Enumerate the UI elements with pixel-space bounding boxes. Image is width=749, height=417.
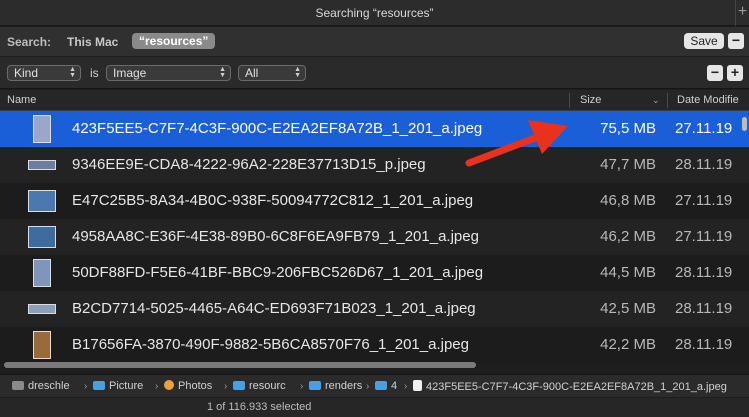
window-titlebar: Searching “resources” + xyxy=(0,0,749,26)
path-item[interactable]: dreschle xyxy=(12,380,70,393)
path-item-label: 4 xyxy=(391,380,398,392)
column-separator[interactable] xyxy=(569,93,570,108)
home-icon xyxy=(12,381,24,390)
file-date-modified: 27.11.19 xyxy=(675,192,733,209)
file-date-modified: 27.11.19 xyxy=(675,120,733,137)
file-row[interactable]: 9346EE9E-CDA8-4222-96A2-228E37713D15_p.j… xyxy=(0,147,749,183)
qualifier-popup-value: All xyxy=(245,66,259,80)
status-bar: 1 of 116.933 selected xyxy=(0,398,749,417)
file-row[interactable]: B17656FA-3870-490F-9882-5B6CA8570F76_1_2… xyxy=(0,327,749,363)
scope-this-mac-button[interactable]: This Mac xyxy=(67,35,118,49)
folder-icon xyxy=(93,381,105,390)
file-icon xyxy=(413,380,422,391)
folder-icon xyxy=(375,381,387,390)
image-thumbnail-icon xyxy=(28,304,56,314)
file-name: B2CD7714-5025-4465-A64C-ED693F71B023_1_2… xyxy=(72,300,476,317)
path-item[interactable]: 4 xyxy=(375,380,397,393)
column-date-modified[interactable]: Date Modifie xyxy=(677,90,739,111)
file-size: 47,7 MB xyxy=(600,156,656,173)
file-name: 50DF88FD-F5E6-41BF-BBC9-206FBC526D67_1_2… xyxy=(72,264,484,281)
photos-icon xyxy=(164,380,174,390)
file-size: 42,2 MB xyxy=(600,336,656,353)
file-name: 4958AA8C-E36F-4E38-89B0-6C8F6EA9FB79_1_2… xyxy=(72,228,479,245)
kind-value-popup[interactable]: Image ▲ ▼ xyxy=(106,65,231,81)
path-separator-icon: › xyxy=(404,381,408,392)
file-name: 423F5EE5-C7F7-4C3F-900C-E2EA2EF8A72B_1_2… xyxy=(72,120,483,137)
path-separator-icon: › xyxy=(224,381,228,392)
remove-scope-button[interactable]: − xyxy=(728,33,744,49)
add-criteria-button[interactable]: + xyxy=(727,65,743,81)
file-size: 44,5 MB xyxy=(600,264,656,281)
path-separator-icon: › xyxy=(366,381,370,392)
column-name[interactable]: Name xyxy=(7,90,36,111)
image-thumbnail-icon xyxy=(28,190,56,212)
attribute-popup[interactable]: Kind ▲ ▼ xyxy=(7,65,81,81)
file-row[interactable]: 4958AA8C-E36F-4E38-89B0-6C8F6EA9FB79_1_2… xyxy=(0,219,749,255)
save-search-button[interactable]: Save xyxy=(684,33,724,49)
file-date-modified: 28.11.19 xyxy=(675,300,733,317)
search-scope-label: Search: xyxy=(7,35,52,49)
sort-chevron-icon: ⌄ xyxy=(652,95,660,105)
search-criteria-row: Kind ▲ ▼ is Image ▲ ▼ All ▲ ▼ − + xyxy=(0,57,749,89)
column-separator[interactable] xyxy=(667,93,668,108)
search-scope-bar: Search: This Mac “resources” Save − xyxy=(0,27,749,56)
window-title: Searching “resources” xyxy=(315,6,434,20)
file-row[interactable]: 50DF88FD-F5E6-41BF-BBC9-206FBC526D67_1_2… xyxy=(0,255,749,291)
path-item-label: resourc xyxy=(249,380,286,392)
file-name: 9346EE9E-CDA8-4222-96A2-228E37713D15_p.j… xyxy=(72,156,426,173)
column-size[interactable]: Size xyxy=(580,90,601,111)
path-item[interactable]: Picture xyxy=(93,380,143,393)
image-thumbnail-icon xyxy=(28,226,56,248)
file-date-modified: 27.11.19 xyxy=(675,228,733,245)
file-size: 42,5 MB xyxy=(600,300,656,317)
file-date-modified: 28.11.19 xyxy=(675,264,733,281)
path-bar: dreschle › Picture › Photos › resourc › renders ›… xyxy=(0,374,749,397)
path-item[interactable]: Photos xyxy=(164,380,212,393)
path-item[interactable]: resourc xyxy=(233,380,286,393)
attribute-popup-value: Kind xyxy=(14,66,39,80)
scope-resources-token[interactable]: “resources” xyxy=(132,33,216,49)
remove-criteria-button[interactable]: − xyxy=(707,65,723,81)
file-row[interactable]: E47C25B5-8A34-4B0C-938F-50094772C812_1_2… xyxy=(0,183,749,219)
folder-icon xyxy=(309,381,321,390)
popup-arrows-icon: ▲ ▼ xyxy=(69,66,76,79)
path-item-label: Picture xyxy=(109,380,144,392)
file-size: 46,2 MB xyxy=(600,228,656,245)
popup-arrows-icon: ▲ ▼ xyxy=(294,66,301,79)
file-date-modified: 28.11.19 xyxy=(675,336,733,353)
file-date-modified: 28.11.19 xyxy=(675,156,733,173)
image-thumbnail-icon xyxy=(33,115,51,143)
kind-value-popup-value: Image xyxy=(113,66,147,80)
image-thumbnail-icon xyxy=(33,331,51,359)
vertical-scrollbar[interactable] xyxy=(742,117,747,131)
path-item[interactable]: 423F5EE5-C7F7-4C3F-900C-E2EA2EF8A72B_1_2… xyxy=(413,380,727,394)
path-item-label: renders xyxy=(325,380,363,392)
selection-count: 1 of 116.933 selected xyxy=(207,401,312,413)
path-item-label: dreschle xyxy=(28,380,70,392)
file-name: B17656FA-3870-490F-9882-5B6CA8570F76_1_2… xyxy=(72,336,469,353)
image-thumbnail-icon xyxy=(28,160,56,170)
new-tab-button[interactable]: + xyxy=(735,0,749,26)
file-size: 75,5 MB xyxy=(600,120,656,137)
file-list: 423F5EE5-C7F7-4C3F-900C-E2EA2EF8A72B_1_2… xyxy=(0,111,749,363)
path-item[interactable]: renders xyxy=(309,380,362,393)
file-row[interactable]: 423F5EE5-C7F7-4C3F-900C-E2EA2EF8A72B_1_2… xyxy=(0,111,749,147)
qualifier-popup[interactable]: All ▲ ▼ xyxy=(238,65,306,81)
file-name: E47C25B5-8A34-4B0C-938F-50094772C812_1_2… xyxy=(72,192,474,209)
path-separator-icon: › xyxy=(155,381,159,392)
popup-arrows-icon: ▲ ▼ xyxy=(219,66,226,79)
file-size: 46,8 MB xyxy=(600,192,656,209)
image-thumbnail-icon xyxy=(33,259,51,287)
column-header: Name Size ⌄ Date Modifie xyxy=(0,90,749,111)
file-row[interactable]: B2CD7714-5025-4465-A64C-ED693F71B023_1_2… xyxy=(0,291,749,327)
operator-label: is xyxy=(90,66,99,80)
horizontal-scrollbar[interactable] xyxy=(4,362,476,368)
path-separator-icon: › xyxy=(300,381,304,392)
folder-icon xyxy=(233,381,245,390)
path-item-label: Photos xyxy=(178,380,213,392)
path-item-label: 423F5EE5-C7F7-4C3F-900C-E2EA2EF8A72B_1_2… xyxy=(426,381,727,393)
path-separator-icon: › xyxy=(84,381,88,392)
